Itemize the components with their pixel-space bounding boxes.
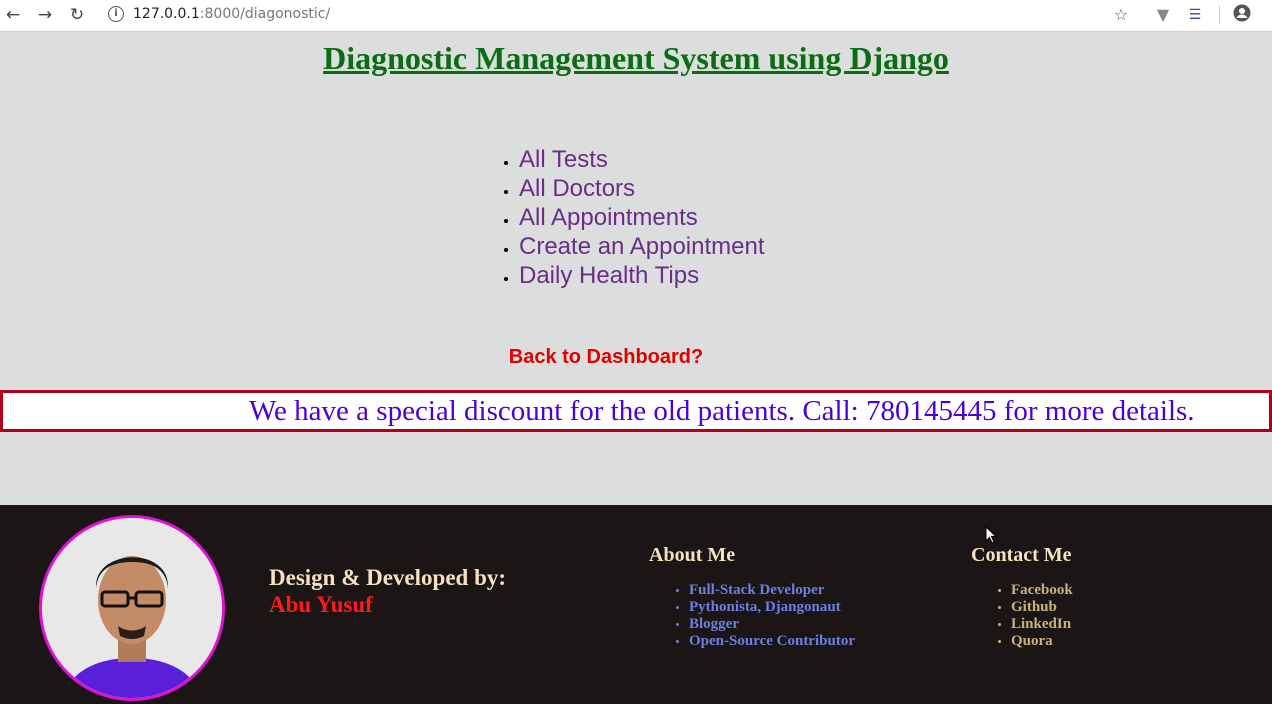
- contact-link-quora[interactable]: Quora: [1011, 633, 1053, 649]
- contact-item: Github: [1011, 599, 1073, 616]
- browser-toolbar: ← → ↻ i 127.0.0.1:8000/diagonostic/ ☆ ▼ …: [0, 0, 1272, 32]
- address-bar[interactable]: 127.0.0.1:8000/diagonostic/: [133, 6, 330, 22]
- extension-list-icon[interactable]: ☰: [1184, 4, 1206, 26]
- menu-item-create-appointment: Create an Appointment: [519, 232, 765, 261]
- contact-me-list: Facebook Github LinkedIn Quora: [1011, 582, 1073, 650]
- profile-icon[interactable]: [1231, 4, 1253, 26]
- main-menu: All Tests All Doctors All Appointments C…: [519, 145, 765, 290]
- reload-icon[interactable]: ↻: [66, 4, 88, 26]
- contact-item: Facebook: [1011, 582, 1073, 599]
- menu-item-all-doctors: All Doctors: [519, 174, 765, 203]
- about-item-label[interactable]: Pythonista, Djangonaut: [689, 599, 841, 615]
- menu-link-all-doctors[interactable]: All Doctors: [519, 175, 635, 202]
- forward-arrow-icon[interactable]: →: [34, 4, 56, 26]
- contact-item: Quora: [1011, 633, 1073, 650]
- back-to-dashboard-link[interactable]: Back to Dashboard?: [0, 346, 1212, 369]
- about-item: Pythonista, Djangonaut: [689, 599, 855, 616]
- page-title: Diagnostic Management System using Djang…: [323, 40, 949, 76]
- menu-item-daily-health-tips: Daily Health Tips: [519, 261, 765, 290]
- developer-name: Abu Yusuf: [269, 592, 373, 617]
- url-host: 127.0.0.1: [133, 6, 200, 22]
- developer-avatar: [39, 515, 225, 701]
- contact-link-github[interactable]: Github: [1011, 599, 1057, 615]
- marquee-text: We have a special discount for the old p…: [249, 395, 1195, 427]
- site-info-icon[interactable]: i: [108, 6, 124, 22]
- menu-item-all-tests: All Tests: [519, 145, 765, 174]
- about-item: Open-Source Contributor: [689, 633, 855, 650]
- toolbar-divider: [1219, 6, 1220, 24]
- extension-v-icon[interactable]: ▼: [1152, 4, 1174, 26]
- about-me-heading: About Me: [649, 544, 736, 566]
- menu-link-create-appointment[interactable]: Create an Appointment: [519, 233, 765, 260]
- back-arrow-icon[interactable]: ←: [2, 4, 24, 26]
- about-me-list: Full-Stack Developer Pythonista, Djangon…: [689, 582, 855, 650]
- contact-link-facebook[interactable]: Facebook: [1011, 582, 1073, 598]
- star-icon[interactable]: ☆: [1110, 4, 1132, 26]
- about-item-label[interactable]: Open-Source Contributor: [689, 633, 855, 649]
- menu-link-all-tests[interactable]: All Tests: [519, 146, 608, 173]
- mouse-pointer-icon: [985, 525, 998, 549]
- contact-item: LinkedIn: [1011, 616, 1073, 633]
- contact-link-linkedin[interactable]: LinkedIn: [1011, 616, 1071, 632]
- about-item: Full-Stack Developer: [689, 582, 855, 599]
- menu-link-daily-health-tips[interactable]: Daily Health Tips: [519, 262, 699, 289]
- url-path: :8000/diagonostic/: [199, 6, 331, 22]
- discount-marquee: We have a special discount for the old p…: [0, 390, 1272, 432]
- about-item-label[interactable]: Full-Stack Developer: [689, 582, 824, 598]
- developer-label: Design & Developed by:: [269, 565, 507, 590]
- footer: Design & Developed by: Abu Yusuf About M…: [0, 505, 1272, 704]
- menu-link-all-appointments[interactable]: All Appointments: [519, 204, 698, 231]
- about-item-label[interactable]: Blogger: [689, 616, 739, 632]
- about-item: Blogger: [689, 616, 855, 633]
- menu-item-all-appointments: All Appointments: [519, 203, 765, 232]
